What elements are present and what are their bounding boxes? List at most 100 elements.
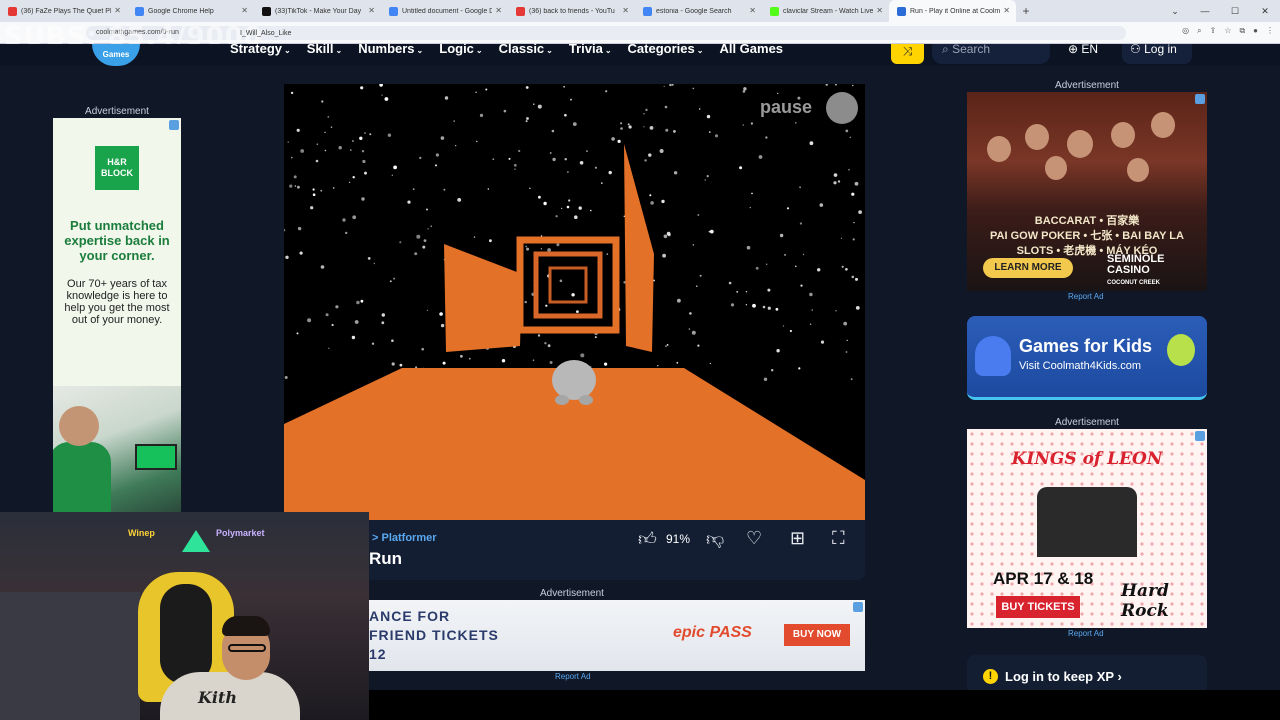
star — [845, 129, 849, 133]
menu-icon[interactable]: ⋮ — [1266, 26, 1274, 36]
pause-label[interactable]: pause — [760, 97, 812, 118]
buy-tickets-button[interactable]: BUY TICKETS — [996, 596, 1080, 618]
seminole-casino-ad[interactable]: BACCARAT • 百家樂 PAI GOW POKER • 七张 • BAI … — [967, 92, 1207, 291]
eye-off-icon[interactable]: ◎ — [1182, 26, 1189, 36]
star — [845, 268, 848, 271]
nav-item[interactable]: Trivia ⌄ — [569, 42, 612, 56]
tab-close-icon[interactable]: ✕ — [876, 6, 883, 15]
login-button[interactable]: ⚇ Log in — [1122, 43, 1192, 64]
share-icon[interactable]: ⇪ — [1210, 26, 1217, 36]
epic-buy-now-button[interactable]: BUY NOW — [784, 624, 850, 646]
add-to-playlist-icon[interactable]: ⊞ — [790, 528, 805, 549]
tab-close-icon[interactable]: ✕ — [622, 6, 629, 15]
ad-choices-icon[interactable] — [169, 120, 179, 130]
nav-item[interactable]: Strategy ⌄ — [230, 42, 291, 56]
tab-close-icon[interactable]: ✕ — [1003, 6, 1010, 15]
maximize-icon[interactable]: ☐ — [1220, 0, 1250, 22]
site-logo[interactable]: Games — [92, 44, 140, 66]
fullscreen-icon[interactable]: ⛶ — [832, 528, 845, 549]
star — [709, 229, 714, 234]
tab-close-icon[interactable]: ✕ — [368, 6, 375, 15]
tab-close-icon[interactable]: ✕ — [114, 6, 121, 15]
login-keep-xp-banner[interactable]: ! Log in to keep XP › — [967, 655, 1207, 695]
star — [350, 149, 352, 151]
thumbs-down-icon[interactable]: 👎︎ — [706, 528, 724, 550]
shuffle-icon: ⤨ — [902, 44, 913, 58]
star — [594, 166, 597, 169]
nav-item[interactable]: Skill ⌄ — [307, 42, 342, 56]
star — [356, 300, 360, 305]
star — [661, 199, 665, 204]
thumbs-up-icon[interactable]: 👍︎ — [638, 528, 657, 550]
star — [532, 359, 535, 362]
tab-close-icon[interactable]: ✕ — [241, 6, 248, 15]
window-dropdown-icon[interactable]: ⌄ — [1160, 0, 1190, 22]
star — [371, 342, 375, 345]
minimize-icon[interactable]: — — [1190, 0, 1220, 22]
close-window-icon[interactable]: ✕ — [1250, 0, 1280, 22]
sponsor-sign-polymarket: Polymarket — [216, 528, 265, 538]
random-game-button[interactable]: ⤨ — [891, 44, 924, 64]
casino-logo-text: SEMINOLE CASINO — [1107, 253, 1165, 276]
nav-item[interactable]: All Games — [719, 42, 783, 56]
browser-tab[interactable]: (36) FaZe Plays The Quiet Place✕ — [0, 0, 127, 22]
star — [850, 378, 853, 381]
browser-tab[interactable]: Untitled document - Google Do ✕ — [381, 0, 508, 22]
nav-item[interactable]: Classic ⌄ — [499, 42, 553, 56]
pause-button[interactable] — [826, 92, 858, 124]
right-ad-label-2: Advertisement — [1055, 417, 1119, 428]
search-input[interactable]: ⌕ Search — [932, 43, 1050, 64]
runner-alien[interactable] — [552, 360, 596, 400]
tunnel-inner-2 — [533, 251, 603, 319]
tab-favicon-icon — [262, 6, 271, 16]
star — [673, 130, 676, 133]
star — [399, 241, 402, 244]
casino-learn-more-button[interactable]: LEARN MORE — [983, 258, 1073, 278]
heart-icon[interactable]: ♡ — [746, 528, 762, 549]
kings-of-leon-ad[interactable]: KINGS of LEON APR 17 & 18 BUY TICKETS Ha… — [967, 429, 1207, 628]
star — [617, 139, 621, 143]
browser-tab[interactable]: (33)TikTok - Make Your Day ✕ — [254, 0, 381, 22]
browser-tab[interactable]: claviclar Stream - Watch Live ✕ — [762, 0, 889, 22]
zoom-icon[interactable]: ⌕ — [1197, 26, 1201, 36]
keep-xp-text: Log in to keep XP › — [1005, 669, 1122, 684]
star — [364, 132, 366, 134]
chevron-down-icon: ⌄ — [284, 46, 291, 55]
new-tab-button[interactable]: + — [1016, 4, 1036, 18]
nav-item[interactable]: Logic ⌄ — [439, 42, 482, 56]
tab-close-icon[interactable]: ✕ — [749, 6, 756, 15]
ad-choices-icon[interactable] — [1195, 94, 1205, 104]
browser-tab[interactable]: Google Chrome Help ✕ — [127, 0, 254, 22]
profile-icon[interactable]: ● — [1253, 26, 1258, 36]
star — [745, 304, 748, 306]
star — [809, 323, 812, 325]
epic-pass-ad[interactable]: ANCE FOR FRIEND TICKETS 12 epic PASS BUY… — [369, 600, 865, 671]
bookmark-star-icon[interactable]: ☆ — [1224, 26, 1231, 36]
language-selector[interactable]: ⊕ EN — [1068, 43, 1098, 55]
star — [811, 309, 813, 311]
game-breadcrumb[interactable]: > Platformer — [372, 532, 437, 544]
tab-title: claviclar Stream - Watch Live — [783, 7, 873, 15]
report-ad-link[interactable]: Report Ad — [1068, 292, 1104, 301]
streamer-glasses — [228, 644, 266, 652]
game-canvas[interactable] — [284, 84, 865, 520]
hr-block-photo[interactable] — [53, 386, 181, 512]
report-ad-link[interactable]: Report Ad — [1068, 629, 1104, 638]
tab-close-icon[interactable]: ✕ — [495, 6, 502, 15]
coolmath4kids-banner[interactable]: Games for Kids Visit Coolmath4Kids.com — [967, 316, 1207, 400]
nav-item[interactable]: Categories ⌄ — [628, 42, 704, 56]
star — [297, 185, 300, 189]
hr-block-ad[interactable]: H&R BLOCK Put unmatched expertise back i… — [53, 118, 181, 386]
star — [667, 233, 671, 237]
ad-choices-icon[interactable] — [1195, 431, 1205, 441]
browser-tab[interactable]: Run - Play it Online at Coolmath ✕ — [889, 0, 1016, 22]
extensions-icon[interactable]: ⧉ — [1239, 26, 1245, 36]
ad-choices-icon[interactable] — [853, 602, 863, 612]
star — [330, 126, 333, 128]
browser-tab[interactable]: estonia - Google Search ✕ — [635, 0, 762, 22]
sponsor-triangle-logo — [182, 530, 210, 552]
browser-tab[interactable]: (36) back to friends - YouTu ✕ — [508, 0, 635, 22]
star — [544, 342, 547, 345]
nav-item[interactable]: Numbers ⌄ — [358, 42, 423, 56]
report-ad-link[interactable]: Report Ad — [555, 672, 591, 681]
